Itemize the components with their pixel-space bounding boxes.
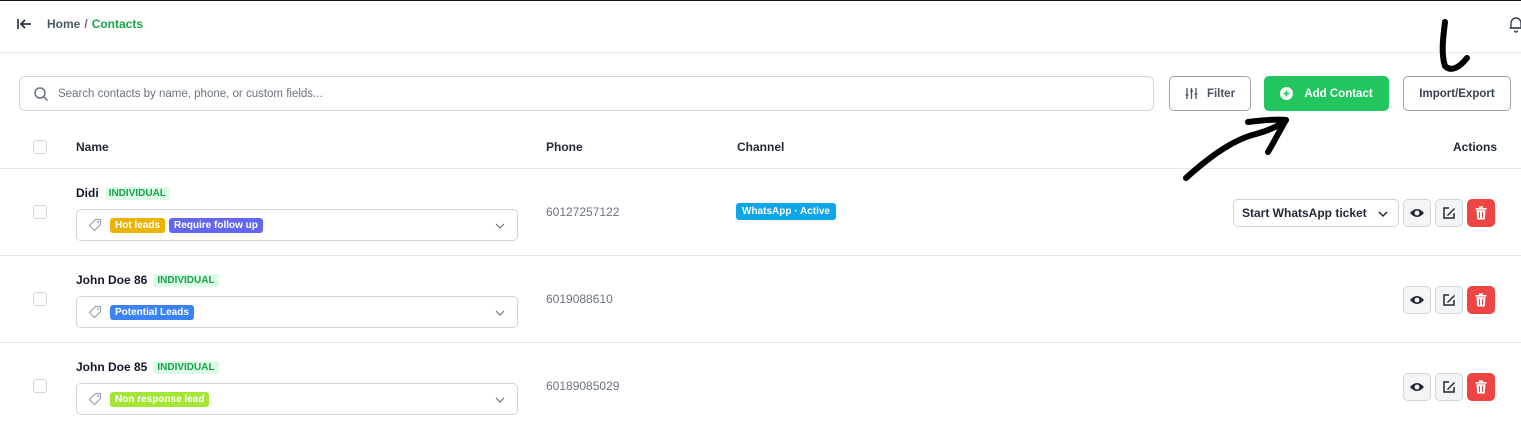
bell-icon[interactable]: [1508, 15, 1521, 33]
view-button[interactable]: [1403, 286, 1431, 314]
sliders-icon: [1185, 88, 1198, 99]
tag-icon: [88, 305, 102, 319]
edit-button[interactable]: [1435, 286, 1463, 314]
edit-icon: [1443, 381, 1455, 393]
contact-name[interactable]: John Doe 85: [76, 360, 147, 374]
import-export-label: Import/Export: [1419, 87, 1495, 100]
search-input[interactable]: [58, 87, 1138, 100]
tag-list: Potential Leads: [110, 304, 194, 320]
start-ticket-label: Start WhatsApp ticket: [1242, 206, 1367, 220]
delete-button[interactable]: [1467, 199, 1495, 227]
contact-name-line: John Doe 85 INDIVIDUAL: [76, 360, 219, 374]
select-all-checkbox[interactable]: [33, 140, 47, 154]
edit-button[interactable]: [1435, 199, 1463, 227]
trash-icon: [1475, 293, 1487, 307]
tag-list: Hot leads Require follow up: [110, 217, 263, 233]
breadcrumb-home-link[interactable]: Home: [47, 17, 80, 31]
column-header-name[interactable]: Name: [76, 140, 109, 154]
plus-circle-icon: [1280, 87, 1294, 100]
tag-selector[interactable]: Potential Leads: [76, 296, 518, 328]
eye-icon: [1410, 296, 1424, 304]
filter-button[interactable]: Filter: [1169, 76, 1251, 111]
contact-type-badge: INDIVIDUAL: [153, 273, 219, 287]
chevron-down-icon: [495, 310, 505, 316]
start-ticket-dropdown[interactable]: Start WhatsApp ticket: [1233, 199, 1399, 227]
contact-name-line: Didi INDIVIDUAL: [76, 186, 170, 200]
chevron-down-icon: [495, 223, 505, 229]
chevron-down-icon: [495, 397, 505, 403]
chevron-down-icon: [1378, 211, 1388, 218]
trash-icon: [1475, 206, 1487, 220]
edit-button[interactable]: [1435, 373, 1463, 401]
search-icon: [34, 86, 49, 101]
contact-phone: 6019088610: [546, 292, 613, 306]
breadcrumb-current: Contacts: [91, 17, 144, 31]
contact-name-line: John Doe 86 INDIVIDUAL: [76, 273, 219, 287]
contact-name[interactable]: Didi: [76, 186, 99, 200]
tag-selector[interactable]: Non response lead: [76, 383, 518, 415]
contact-phone: 60127257122: [546, 205, 620, 219]
eye-icon: [1410, 209, 1424, 217]
edit-icon: [1443, 207, 1455, 219]
breadcrumb: Home / Contacts: [47, 17, 143, 31]
edit-icon: [1443, 294, 1455, 306]
tag-chip: Require follow up: [169, 217, 263, 233]
tag-chip: Hot leads: [110, 217, 166, 233]
table-header: Name Phone Channel Actions: [0, 126, 1521, 169]
search-box: [19, 76, 1154, 111]
contact-phone: 60189085029: [546, 379, 620, 393]
import-export-button[interactable]: Import/Export: [1403, 76, 1511, 111]
channel-badge: WhatsApp · Active: [736, 203, 836, 220]
row-checkbox[interactable]: [33, 205, 47, 219]
row-checkbox[interactable]: [33, 292, 47, 306]
view-button[interactable]: [1403, 199, 1431, 227]
tag-icon: [88, 218, 102, 232]
eye-icon: [1410, 383, 1424, 391]
top-bar: Home / Contacts: [0, 0, 1521, 53]
tag-chip: Non response lead: [110, 391, 210, 407]
breadcrumb-separator: /: [84, 17, 88, 31]
row-checkbox[interactable]: [33, 379, 47, 393]
column-header-actions: Actions: [1452, 140, 1497, 154]
add-contact-button[interactable]: Add Contact: [1264, 76, 1389, 111]
column-header-phone[interactable]: Phone: [546, 140, 583, 154]
contact-name[interactable]: John Doe 86: [76, 273, 147, 287]
trash-icon: [1475, 380, 1487, 394]
filter-button-label: Filter: [1206, 87, 1236, 100]
collapse-sidebar-icon[interactable]: [16, 16, 34, 32]
view-button[interactable]: [1403, 373, 1431, 401]
delete-button[interactable]: [1467, 286, 1495, 314]
tag-icon: [88, 392, 102, 406]
column-header-channel[interactable]: Channel: [737, 140, 784, 154]
contact-type-badge: INDIVIDUAL: [153, 360, 219, 374]
contact-type-badge: INDIVIDUAL: [104, 186, 170, 200]
add-contact-label: Add Contact: [1304, 87, 1373, 100]
tag-selector[interactable]: Hot leads Require follow up: [76, 209, 518, 241]
table-row: John Doe 85 INDIVIDUAL Non response lead…: [0, 343, 1521, 423]
table-row: Didi INDIVIDUAL Hot leads Require follow…: [0, 169, 1521, 256]
tag-list: Non response lead: [110, 391, 210, 407]
delete-button[interactable]: [1467, 373, 1495, 401]
table-row: John Doe 86 INDIVIDUAL Potential Leads 6…: [0, 256, 1521, 343]
tag-chip: Potential Leads: [110, 304, 194, 320]
